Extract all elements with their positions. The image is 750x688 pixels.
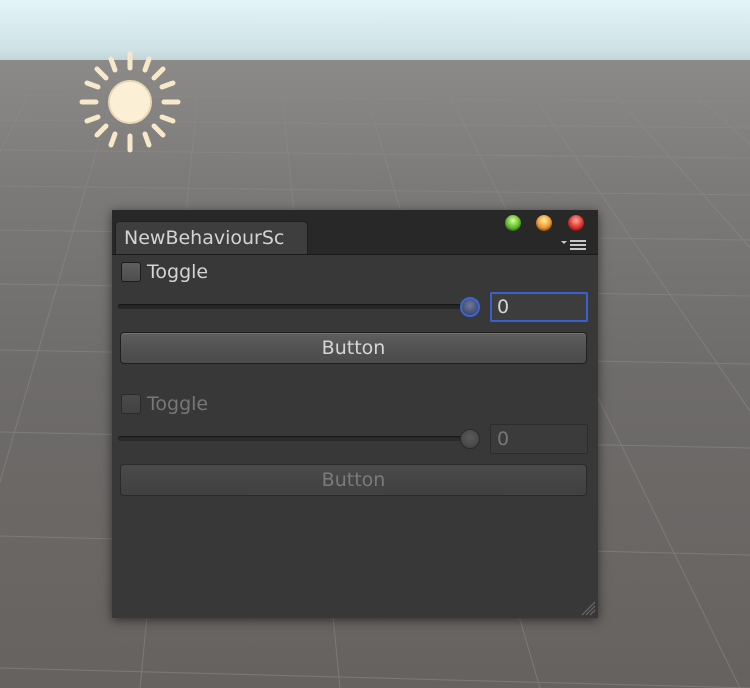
slider[interactable]: [118, 295, 482, 319]
button-disabled: Button: [120, 464, 587, 496]
button[interactable]: Button: [120, 332, 587, 364]
resize-grip-icon[interactable]: [580, 600, 596, 616]
slider-thumb-disabled: [460, 429, 480, 449]
minimize-button[interactable]: [536, 215, 552, 231]
scene-view[interactable]: NewBehaviourSc Toggle 0 Button Toggle 0 …: [0, 0, 750, 688]
slider-track-disabled: [118, 436, 468, 441]
toggle-label: Toggle: [147, 261, 209, 283]
maximize-button[interactable]: [505, 215, 521, 231]
toggle-label-disabled: Toggle: [147, 393, 209, 415]
close-button[interactable]: [568, 215, 584, 231]
toggle-checkbox-disabled: [121, 394, 141, 414]
slider-disabled: [118, 427, 482, 451]
toggle-checkbox[interactable]: [121, 262, 141, 282]
window-tab[interactable]: NewBehaviourSc: [115, 221, 308, 254]
sun-icon[interactable]: [78, 50, 182, 154]
slider-thumb[interactable]: [460, 297, 480, 317]
window-titlebar[interactable]: NewBehaviourSc: [112, 210, 598, 255]
slider-value-field[interactable]: 0: [490, 292, 588, 322]
menu-icon[interactable]: [561, 238, 587, 250]
toggle-disabled: Toggle: [121, 392, 208, 416]
editor-window[interactable]: NewBehaviourSc Toggle 0 Button Toggle 0 …: [112, 210, 598, 618]
slider-track[interactable]: [118, 304, 468, 309]
slider-value-field-disabled: 0: [490, 424, 588, 454]
toggle[interactable]: Toggle: [121, 260, 208, 284]
